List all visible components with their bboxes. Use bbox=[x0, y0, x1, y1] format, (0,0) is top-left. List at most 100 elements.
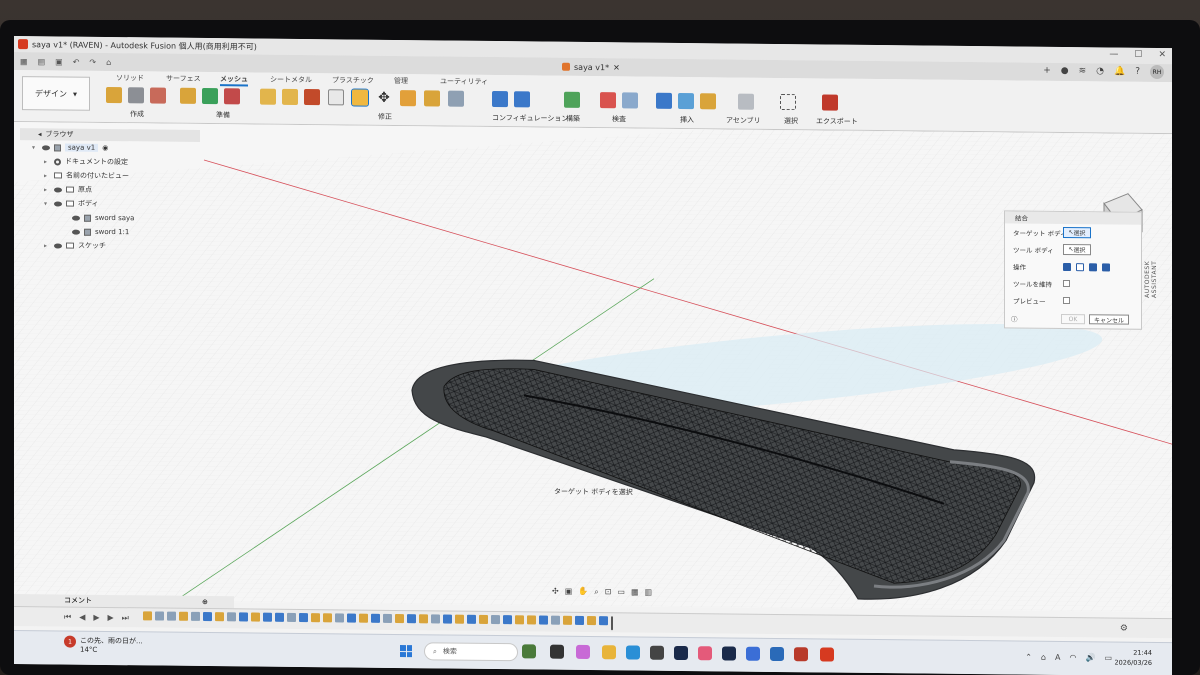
convert-mesh-icon[interactable] bbox=[424, 90, 440, 107]
create-face-group-icon[interactable] bbox=[150, 87, 166, 104]
grid-menu-icon[interactable]: ▦ bbox=[20, 57, 28, 66]
timeline-feature-icon[interactable] bbox=[586, 615, 596, 625]
combine-icon[interactable] bbox=[351, 88, 369, 107]
ok-button[interactable]: OK bbox=[1061, 313, 1085, 325]
taskbar-search[interactable]: ⌕ 検索 bbox=[424, 642, 518, 662]
steam-secondary-icon[interactable] bbox=[722, 646, 736, 661]
target-body-select-button[interactable]: ↖ 選択 bbox=[1063, 226, 1091, 239]
chevron-right-icon[interactable]: ▸ bbox=[44, 242, 50, 249]
file-explorer-icon[interactable] bbox=[602, 645, 616, 660]
copilot-app-icon[interactable] bbox=[576, 644, 590, 660]
timeline-feature-icon[interactable] bbox=[154, 610, 164, 621]
group-assemble[interactable]: アセンブリ bbox=[726, 115, 761, 125]
generate-face-groups-icon[interactable] bbox=[180, 87, 196, 104]
timeline-feature-icon[interactable] bbox=[214, 611, 224, 621]
timeline-feature-icon[interactable] bbox=[430, 613, 440, 623]
configure-icon[interactable] bbox=[492, 91, 508, 108]
chevron-up-icon[interactable]: ⌃ bbox=[1025, 653, 1032, 662]
task-view-icon[interactable] bbox=[550, 644, 564, 659]
timeline-feature-icon[interactable] bbox=[394, 613, 404, 623]
system-clock[interactable]: 21:44 2026/03/26 bbox=[1115, 648, 1152, 668]
select-icon[interactable] bbox=[780, 94, 796, 111]
timeline-feature-icon[interactable] bbox=[346, 612, 356, 623]
group-construct[interactable]: 構築 bbox=[566, 114, 580, 124]
zoom-icon[interactable]: ⌕ bbox=[594, 587, 598, 597]
table-icon[interactable] bbox=[448, 90, 464, 107]
export-icon[interactable] bbox=[822, 94, 838, 111]
widgets-app-icon[interactable] bbox=[522, 644, 536, 659]
autodesk-assistant-tab[interactable]: AUTODESK ASSISTANT bbox=[1144, 261, 1158, 298]
timeline-feature-icon[interactable] bbox=[538, 614, 548, 625]
notification-icon[interactable]: 🔔 bbox=[1114, 67, 1125, 77]
info-icon[interactable]: ⓘ bbox=[1011, 313, 1018, 323]
display-settings-icon[interactable]: ▭ bbox=[617, 587, 625, 597]
erase-and-fill-icon[interactable] bbox=[260, 88, 276, 105]
timeline-feature-icon[interactable] bbox=[526, 614, 536, 624]
visibility-eye-icon[interactable] bbox=[54, 186, 62, 193]
weather-widget[interactable]: 1 この先、雨の日が... 14°C bbox=[64, 635, 143, 655]
timeline-feature-icon[interactable] bbox=[262, 612, 272, 622]
file-icon[interactable]: ▤ bbox=[38, 57, 46, 66]
tab-sheet-metal[interactable]: シートメタル bbox=[270, 75, 312, 85]
minimize-button[interactable]: — bbox=[1109, 49, 1118, 59]
workspace-switcher[interactable]: デザイン ▾ bbox=[22, 76, 90, 111]
group-insert[interactable]: 挿入 bbox=[680, 115, 694, 125]
collapse-icon[interactable]: ◂ bbox=[38, 130, 42, 138]
group-export[interactable]: エクスポート bbox=[816, 116, 858, 126]
merge-operation-icon[interactable] bbox=[1102, 262, 1110, 271]
timeline-feature-icon[interactable] bbox=[502, 614, 512, 624]
steam-app-icon[interactable] bbox=[674, 645, 688, 661]
step-forward-icon[interactable]: ▶ bbox=[108, 612, 114, 622]
maximize-button[interactable]: ☐ bbox=[1134, 50, 1142, 60]
timeline-marker[interactable] bbox=[610, 615, 613, 630]
assembly-icon[interactable] bbox=[738, 93, 754, 110]
network-icon[interactable]: ⌂ bbox=[1041, 653, 1046, 662]
viewports-icon[interactable]: ▥ bbox=[645, 588, 653, 598]
reduce-icon[interactable] bbox=[304, 89, 320, 106]
timeline-feature-icon[interactable] bbox=[166, 611, 176, 621]
timeline-feature-icon[interactable] bbox=[274, 612, 284, 622]
look-at-icon[interactable]: ▣ bbox=[565, 587, 573, 597]
insert-mesh-icon[interactable] bbox=[656, 92, 672, 109]
tab-surface[interactable]: サーフェス bbox=[166, 74, 201, 84]
timeline-feature-icon[interactable] bbox=[514, 614, 524, 624]
group-configuration[interactable]: コンフィギュレーション bbox=[492, 113, 568, 124]
timeline-feature-icon[interactable] bbox=[382, 613, 392, 623]
store-app-icon[interactable] bbox=[650, 645, 664, 660]
section-analysis-icon[interactable] bbox=[622, 92, 638, 109]
user-avatar[interactable]: RH bbox=[1150, 64, 1164, 80]
timeline-settings-icon[interactable]: ⚙ bbox=[1120, 623, 1128, 633]
timeline-feature-icon[interactable] bbox=[298, 612, 308, 622]
timeline-feature-icon[interactable] bbox=[202, 611, 212, 621]
timeline-feature-icon[interactable] bbox=[454, 614, 464, 624]
canvas-icon[interactable] bbox=[678, 92, 694, 110]
jobs-icon[interactable]: ◔ bbox=[1096, 66, 1104, 76]
timeline-feature-icon[interactable] bbox=[418, 613, 428, 623]
chevron-down-icon[interactable]: ▾ bbox=[44, 200, 50, 207]
timeline-feature-icon[interactable] bbox=[286, 612, 296, 622]
chevron-right-icon[interactable]: ▸ bbox=[44, 186, 50, 193]
timeline-feature-icon[interactable] bbox=[322, 612, 332, 622]
go-to-end-icon[interactable]: ⏭ bbox=[122, 613, 129, 623]
timeline-feature-icon[interactable] bbox=[142, 610, 152, 620]
battery-icon[interactable]: ▭ bbox=[1104, 653, 1112, 662]
visibility-eye-icon[interactable] bbox=[72, 215, 80, 221]
save-icon[interactable]: ▣ bbox=[55, 57, 63, 66]
close-tab-icon[interactable]: ✕ bbox=[613, 63, 620, 72]
new-tab-icon[interactable]: + bbox=[1043, 66, 1051, 76]
shell-icon[interactable] bbox=[328, 89, 344, 106]
timeline-feature-icon[interactable] bbox=[334, 612, 344, 622]
pan-icon[interactable]: ✋ bbox=[578, 587, 588, 597]
group-select[interactable]: 選択 bbox=[784, 116, 798, 126]
tessellate-icon[interactable] bbox=[128, 87, 144, 104]
windows-start-icon[interactable] bbox=[400, 645, 412, 658]
close-button[interactable]: ✕ bbox=[1158, 50, 1166, 60]
timeline-feature-icon[interactable] bbox=[406, 613, 416, 623]
timeline-feature-icon[interactable] bbox=[178, 611, 188, 621]
timeline-feature-icon[interactable] bbox=[190, 611, 200, 621]
tool-body-select-button[interactable]: ↖ 選択 bbox=[1063, 243, 1091, 256]
app-chart-icon[interactable] bbox=[770, 646, 784, 662]
home-icon[interactable]: ⌂ bbox=[106, 57, 111, 66]
tab-solid[interactable]: ソリッド bbox=[116, 73, 144, 83]
insert-derive-icon[interactable] bbox=[700, 93, 716, 110]
